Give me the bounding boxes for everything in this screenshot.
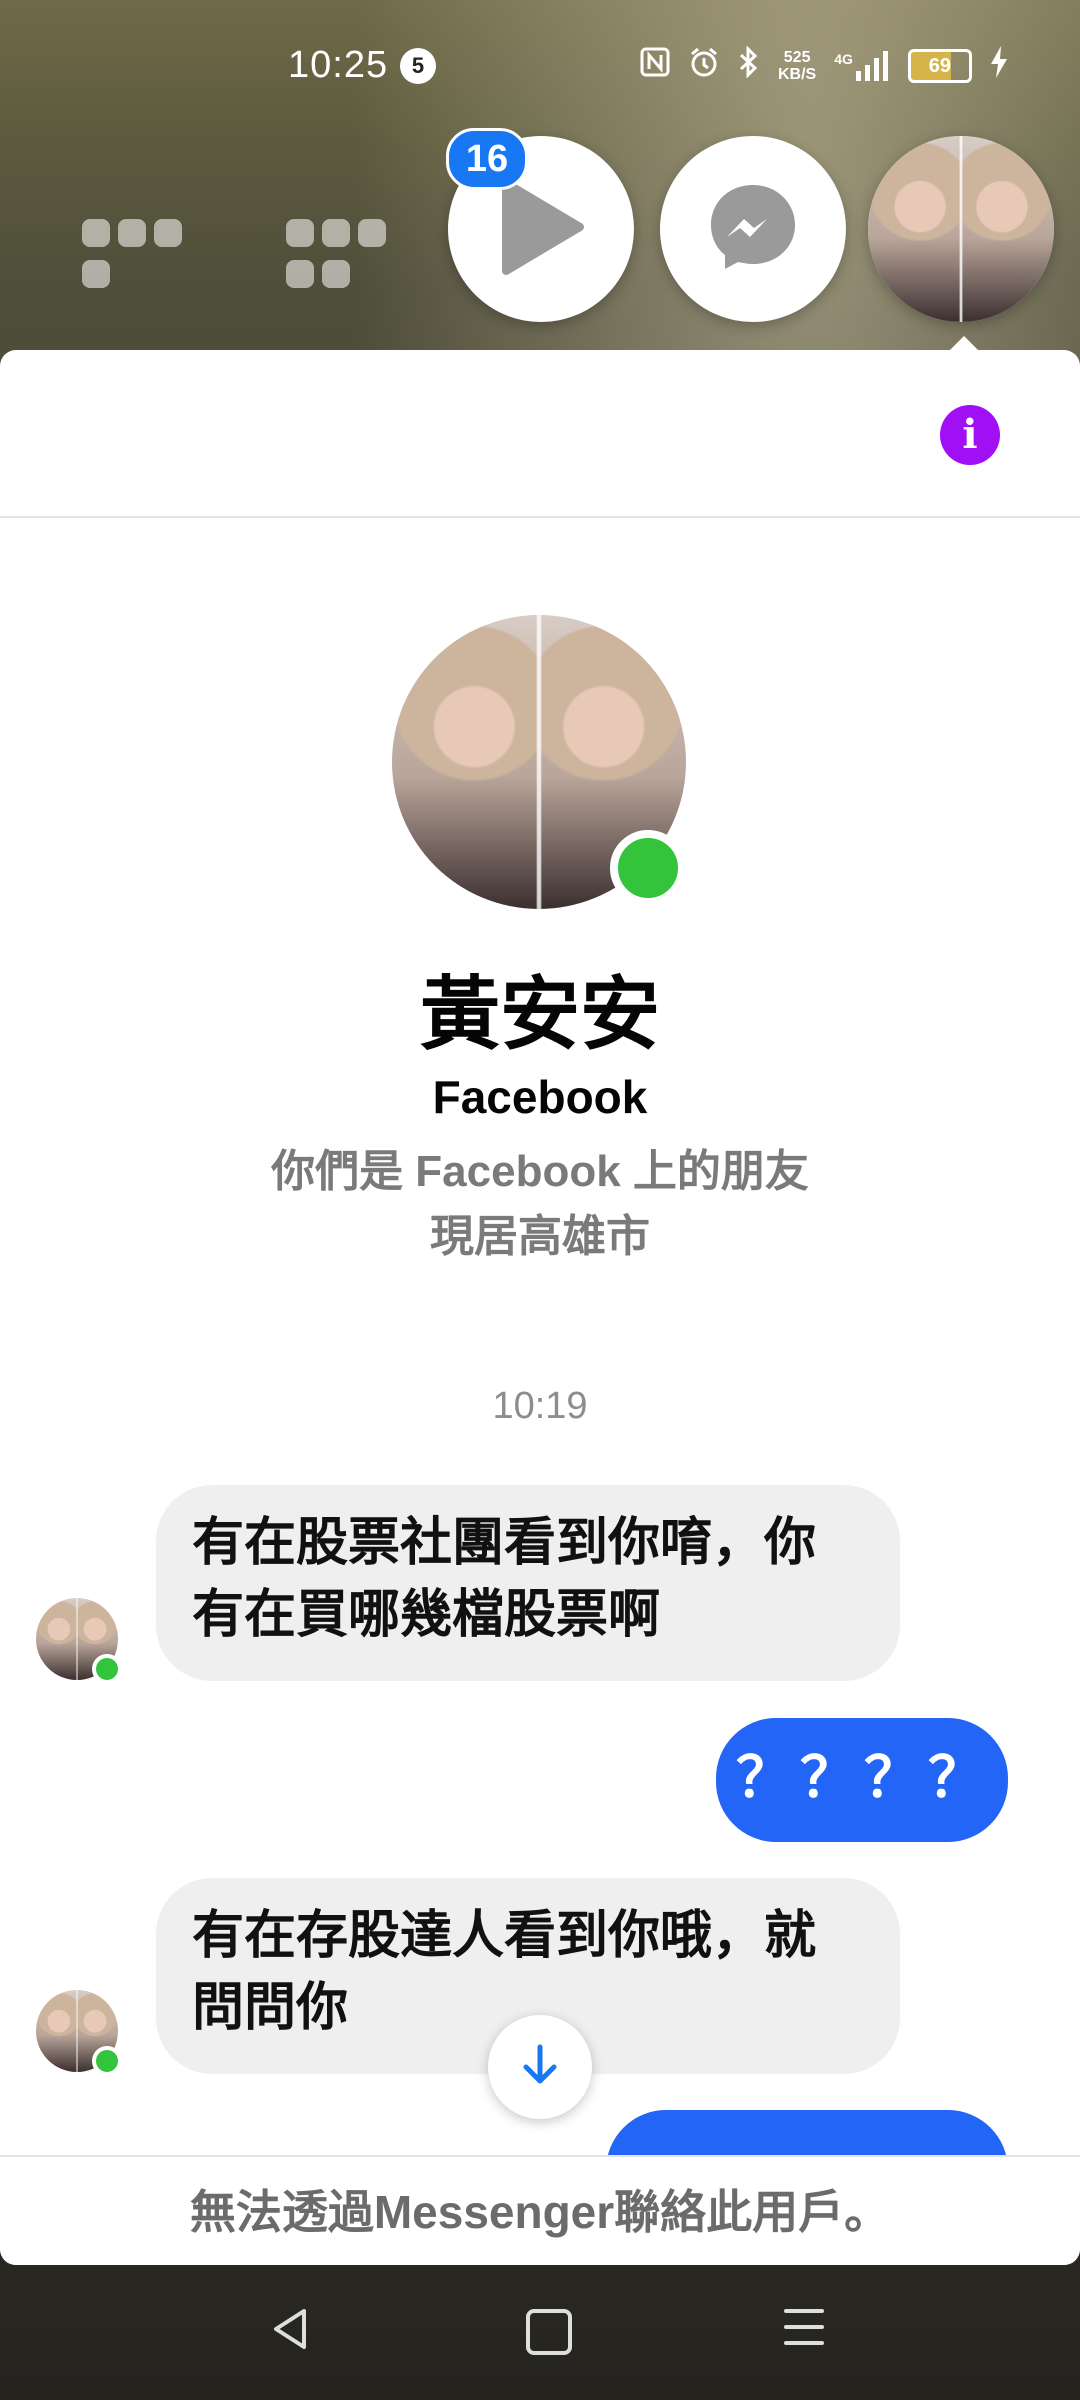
messenger-chat-head[interactable]	[660, 136, 846, 322]
unread-badge: 16	[446, 128, 528, 190]
scroll-to-bottom-button[interactable]	[488, 2015, 592, 2119]
profile-name: 黃安安	[420, 970, 660, 1059]
status-bar: 10:25 5 525 KB/S 4G 69	[0, 0, 1080, 130]
profile-platform: Facebook	[432, 1071, 648, 1123]
online-status-indicator	[610, 830, 686, 906]
status-icons: 525 KB/S 4G 69	[640, 45, 1008, 86]
online-dot	[92, 1654, 122, 1684]
online-dot	[92, 2046, 122, 2076]
system-navigation-bar	[0, 2285, 1080, 2400]
home-app-folder	[78, 215, 186, 297]
nfc-icon	[640, 47, 670, 85]
status-time: 10:25	[288, 44, 389, 86]
back-icon[interactable]	[270, 2307, 310, 2356]
message-timestamp: 10:19	[492, 1385, 588, 1427]
arrow-down-icon	[520, 2043, 560, 2092]
bluetooth-icon	[738, 45, 760, 86]
chat-header: i	[0, 350, 1080, 518]
signal-icon: 4G	[834, 51, 890, 81]
battery-indicator: 69	[907, 49, 972, 83]
play-icon	[496, 177, 586, 282]
messenger-icon	[705, 179, 801, 280]
incoming-message[interactable]: 有在股票社團看到你唷，你有在買哪幾檔股票啊	[156, 1485, 900, 1681]
contact-avatar-image	[868, 136, 1054, 322]
friend-relation-text: 你們是 Facebook 上的朋友	[271, 1147, 809, 1196]
alarm-icon	[688, 46, 720, 86]
profile-location: 現居高雄市	[430, 1212, 650, 1261]
cannot-contact-notice: 無法透過Messenger聯絡此用戶。	[0, 2155, 1080, 2265]
home-icon[interactable]	[526, 2309, 572, 2355]
outgoing-message[interactable]: ？？？？	[716, 1718, 1008, 1842]
recents-icon[interactable]	[784, 2309, 824, 2357]
home-app-folder	[282, 215, 390, 297]
charging-icon	[990, 46, 1008, 86]
chat-panel: i 黃安安 Facebook 你們是 Facebook 上的朋友 現居高雄市 1…	[0, 350, 1080, 2265]
contact-chat-head[interactable]	[868, 136, 1054, 322]
notification-count-badge: 5	[400, 48, 436, 84]
network-speed: 525 KB/S	[778, 49, 817, 83]
info-icon[interactable]: i	[940, 405, 1000, 465]
